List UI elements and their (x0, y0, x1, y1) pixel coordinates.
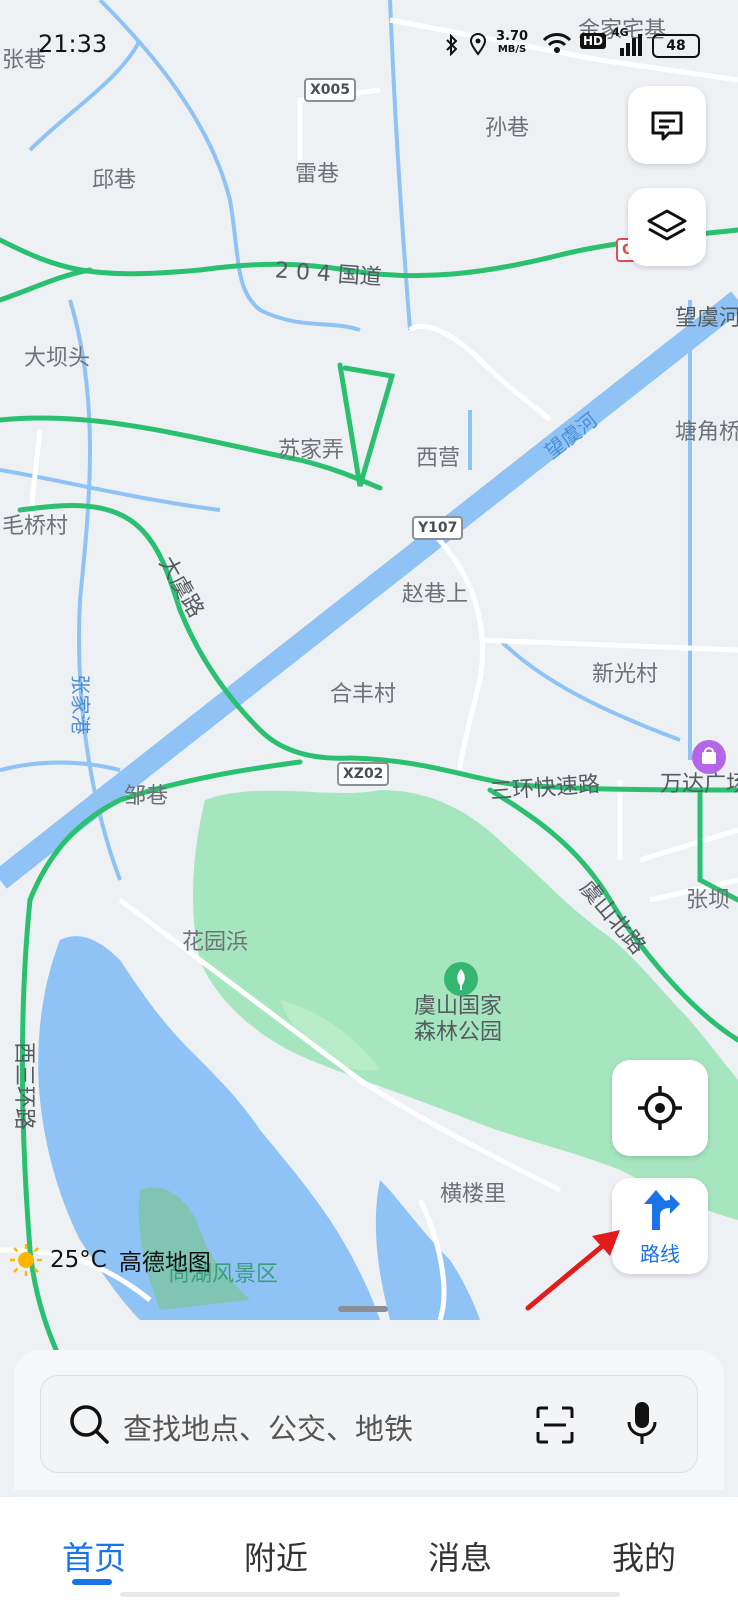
road-label: 西三环路 (11, 1041, 37, 1131)
place-label: 邹巷 (124, 784, 169, 809)
brand-logo-text: 高德地图 (118, 1250, 211, 1276)
river-label: 张家港 (68, 674, 93, 735)
active-tab-indicator (72, 1579, 112, 1585)
status-bar: 21:33 3.70 MB/S HD 4G 48 (0, 0, 738, 80)
message-icon (651, 111, 683, 141)
place-label: 西营 (416, 446, 461, 471)
place-label: 邱巷 (92, 168, 137, 193)
bluetooth-icon (446, 34, 458, 56)
place-label: 横楼里 (440, 1182, 507, 1207)
microphone-icon[interactable] (625, 1400, 659, 1448)
tab-messages[interactable]: 消息 (428, 1533, 492, 1579)
tab-profile[interactable]: 我的 (612, 1533, 676, 1579)
annotation-arrow-icon (525, 1230, 620, 1311)
road-shield: Y107 (412, 516, 464, 540)
place-label: 塘角桥 (675, 420, 738, 445)
feedback-button[interactable] (628, 86, 706, 164)
search-icon (70, 1405, 109, 1444)
road-shield: X005 (304, 78, 357, 102)
weather-widget[interactable]: 25°C 高德地图 (8, 1242, 211, 1278)
place-label: 新光村 (592, 662, 659, 687)
route-arrow-icon (644, 1189, 680, 1230)
signal-icon (620, 34, 642, 56)
place-label: 花园浜 (182, 930, 249, 955)
locate-me-button[interactable] (612, 1060, 708, 1156)
crosshair-icon (638, 1086, 682, 1130)
network-speed: 3.70 MB/S (496, 29, 529, 55)
search-bar[interactable]: 查找地点、公交、地铁 (40, 1375, 698, 1473)
shopping-bag-icon[interactable] (692, 740, 726, 774)
place-label: 孙巷 (485, 116, 530, 141)
home-indicator (120, 1592, 620, 1597)
poi-label: 森林公园 (414, 1020, 503, 1045)
place-label: 苏家弄 (278, 438, 345, 463)
location-icon (469, 33, 487, 56)
layers-icon (647, 209, 687, 241)
tab-nearby[interactable]: 附近 (244, 1533, 308, 1579)
place-label: 大坝头 (24, 346, 91, 371)
sheet-drag-handle[interactable] (338, 1306, 388, 1312)
layers-button[interactable] (628, 188, 706, 266)
place-label: 望虞河 (675, 306, 738, 331)
hd-badge: HD (580, 33, 607, 49)
wifi-icon (542, 33, 572, 53)
park-pin-icon[interactable] (444, 962, 478, 996)
scan-icon[interactable] (534, 1404, 576, 1446)
road-shield: XZ02 (337, 762, 390, 786)
battery-indicator: 48 (652, 34, 700, 58)
bottom-tab-bar: 首页 附近 消息 我的 (0, 1497, 738, 1600)
place-label: 赵巷上 (402, 582, 469, 607)
place-label: 合丰村 (330, 682, 397, 707)
search-input[interactable]: 查找地点、公交、地铁 (123, 1406, 413, 1448)
place-label: 张坝 (686, 888, 731, 913)
place-label: 雷巷 (295, 162, 340, 187)
place-label: 毛桥村 (2, 514, 69, 539)
weather-temp: 25°C (50, 1247, 107, 1273)
sun-icon (10, 1244, 42, 1276)
route-button-label: 路线 (640, 1241, 680, 1266)
tab-home[interactable]: 首页 (62, 1533, 126, 1579)
clock: 21:33 (38, 30, 108, 58)
